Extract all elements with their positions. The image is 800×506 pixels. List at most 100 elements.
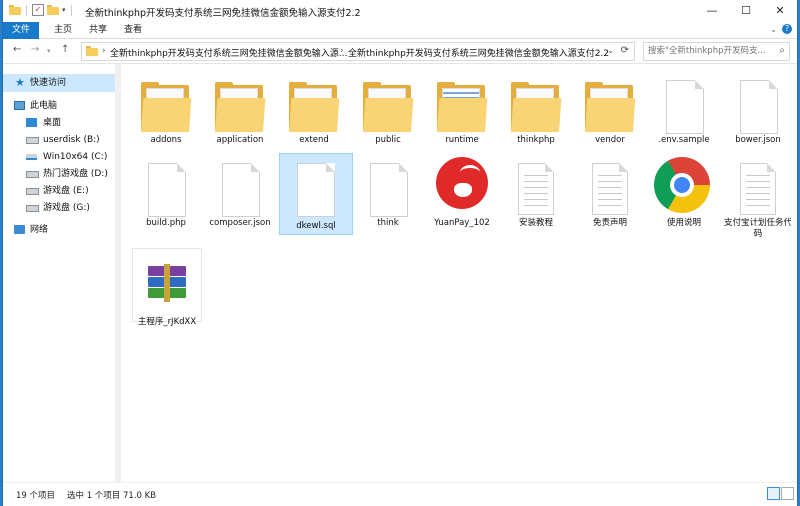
status-bar: 19 个项目 选中 1 个项目 71.0 KB xyxy=(3,482,797,506)
maximize-button[interactable]: ☐ xyxy=(729,0,763,22)
chevron-down-icon[interactable]: ⌄ xyxy=(770,25,777,34)
up-icon[interactable]: ↑ xyxy=(61,44,69,55)
customize-toolbar-icon[interactable]: ▾ xyxy=(62,6,66,14)
sidebar-item-network[interactable]: 网络 xyxy=(3,221,121,239)
help-icon[interactable]: ? xyxy=(782,24,792,34)
file-name: addons xyxy=(150,135,182,145)
sidebar-item-label: 热门游戏盘 (D:) xyxy=(43,169,108,179)
file-item[interactable]: 免责声明 xyxy=(576,157,644,239)
folder-icon xyxy=(141,82,192,132)
folder-item[interactable]: vendor xyxy=(576,74,644,156)
tab-share[interactable]: 共享 xyxy=(86,22,110,38)
file-name: dkewl.sql xyxy=(296,221,336,231)
close-button[interactable]: ✕ xyxy=(763,0,797,22)
desktop-icon xyxy=(26,118,37,127)
file-list: addons application extend public runtime… xyxy=(121,64,797,482)
recent-locations-icon[interactable]: ▾ xyxy=(47,47,51,55)
file-name: build.php xyxy=(146,218,186,228)
folder-item[interactable]: runtime xyxy=(428,74,496,156)
file-name: extend xyxy=(299,135,329,145)
folder-item[interactable]: thinkphp xyxy=(502,74,570,156)
file-item-selected[interactable]: dkewl.sql xyxy=(279,153,353,235)
pc-icon xyxy=(14,101,25,110)
sidebar-item-label: Win10x64 (C:) xyxy=(43,152,108,162)
item-count: 19 个项目 xyxy=(16,491,56,501)
forward-icon[interactable]: → xyxy=(31,44,39,55)
sidebar-item-drive-e[interactable]: 游戏盘 (E:) xyxy=(3,182,121,200)
file-item[interactable]: build.php xyxy=(132,157,200,239)
yuanpay-app-icon xyxy=(436,157,488,209)
drive-icon xyxy=(26,205,39,212)
file-name: runtime xyxy=(445,135,479,145)
minimize-button[interactable]: — xyxy=(695,0,729,22)
document-icon xyxy=(222,163,260,217)
sidebar-item-drive-c[interactable]: Win10x64 (C:) xyxy=(3,148,121,166)
document-icon xyxy=(148,163,186,217)
folder-icon xyxy=(215,82,266,132)
sidebar-item-desktop[interactable]: 桌面 xyxy=(3,114,121,132)
large-icons-view-icon[interactable] xyxy=(781,487,794,500)
folder-item[interactable]: public xyxy=(354,74,422,156)
file-name: bower.json xyxy=(735,135,781,145)
file-name: composer.json xyxy=(209,218,271,228)
folder-item[interactable]: addons xyxy=(132,74,200,156)
divider xyxy=(26,4,27,16)
folder-item[interactable]: application xyxy=(206,74,274,156)
navigation-bar: ← → ▾ ↑ › 全新thinkphp开发码支付系统三网免挂微信金额免输入源.… xyxy=(3,39,797,64)
file-item[interactable]: YuanPay_102 xyxy=(426,157,498,239)
file-item[interactable]: 安装教程 xyxy=(502,157,570,239)
file-item[interactable]: .env.sample xyxy=(650,74,718,156)
file-name: 使用说明 xyxy=(666,218,701,228)
file-item[interactable]: think xyxy=(354,157,422,239)
sidebar-item-drive-d[interactable]: 热门游戏盘 (D:) xyxy=(3,165,121,183)
divider xyxy=(70,4,72,16)
details-view-icon[interactable] xyxy=(767,487,780,500)
file-item[interactable]: 支付宝计划任务代码 xyxy=(724,157,792,239)
sidebar-item-quick-access[interactable]: ★ 快速访问 xyxy=(3,74,121,92)
file-item[interactable]: composer.json xyxy=(206,157,274,239)
search-box[interactable]: ⌕ xyxy=(643,42,790,61)
document-icon xyxy=(297,163,335,217)
title-bar: ✓ ▾ 全新thinkphp开发码支付系统三网免挂微信金额免输入源支付2.2 —… xyxy=(3,0,797,22)
folder-item[interactable]: extend xyxy=(280,74,348,156)
selection-info: 选中 1 个项目 71.0 KB xyxy=(67,491,157,501)
tab-home[interactable]: 主页 xyxy=(51,22,75,38)
breadcrumb-parent[interactable]: 全新thinkphp开发码支付系统三网免挂微信金额免输入源... xyxy=(110,46,347,59)
window-title: 全新thinkphp开发码支付系统三网免挂微信金额免输入源支付2.2 xyxy=(85,8,361,19)
chevron-down-icon[interactable]: ⌄ xyxy=(607,46,614,55)
file-item[interactable]: bower.json xyxy=(724,74,792,156)
search-input[interactable] xyxy=(648,45,768,57)
file-name: vendor xyxy=(595,135,625,145)
tab-view[interactable]: 查看 xyxy=(121,22,145,38)
sidebar-item-drive-g[interactable]: 游戏盘 (G:) xyxy=(3,199,121,217)
drive-icon xyxy=(26,188,39,195)
file-name: application xyxy=(216,135,264,145)
refresh-icon[interactable]: ⟳ xyxy=(621,45,629,56)
sidebar-item-label: 此电脑 xyxy=(30,101,58,111)
properties-icon[interactable]: ✓ xyxy=(32,4,44,16)
navigation-pane: ★ 快速访问 此电脑 桌面 userdisk (B:) Win10x64 (C:… xyxy=(3,64,121,482)
file-item[interactable]: 使用说明 xyxy=(648,157,720,239)
back-icon[interactable]: ← xyxy=(13,44,21,55)
sidebar-item-label: userdisk (B:) xyxy=(43,135,100,145)
sidebar-item-label: 游戏盘 (E:) xyxy=(43,186,89,196)
file-name: thinkphp xyxy=(517,135,555,145)
sidebar-item-drive-b[interactable]: userdisk (B:) xyxy=(3,131,121,149)
text-document-icon xyxy=(592,163,628,215)
document-icon xyxy=(370,163,408,217)
search-icon[interactable]: ⌕ xyxy=(779,45,785,56)
sidebar-item-label: 网络 xyxy=(30,225,49,235)
ribbon: 文件 主页 共享 查看 ⌄ ? xyxy=(3,22,797,104)
content-scrollbar[interactable] xyxy=(791,64,797,482)
chrome-icon xyxy=(654,157,710,213)
new-folder-icon[interactable] xyxy=(47,5,59,15)
address-bar[interactable]: › 全新thinkphp开发码支付系统三网免挂微信金额免输入源... › 全新t… xyxy=(81,42,635,61)
folder-icon xyxy=(511,82,562,132)
drive-icon xyxy=(26,137,39,144)
file-name: public xyxy=(375,135,401,145)
file-item[interactable]: 主程序_rJKdXX xyxy=(132,248,202,327)
sidebar-item-this-pc[interactable]: 此电脑 xyxy=(3,97,121,115)
file-name: 主程序_rJKdXX xyxy=(137,317,197,327)
file-name: 支付宝计划任务代码 xyxy=(724,218,793,239)
breadcrumb-current[interactable]: 全新thinkphp开发码支付系统三网免挂微信金额免输入源支付2.2 xyxy=(348,46,609,59)
